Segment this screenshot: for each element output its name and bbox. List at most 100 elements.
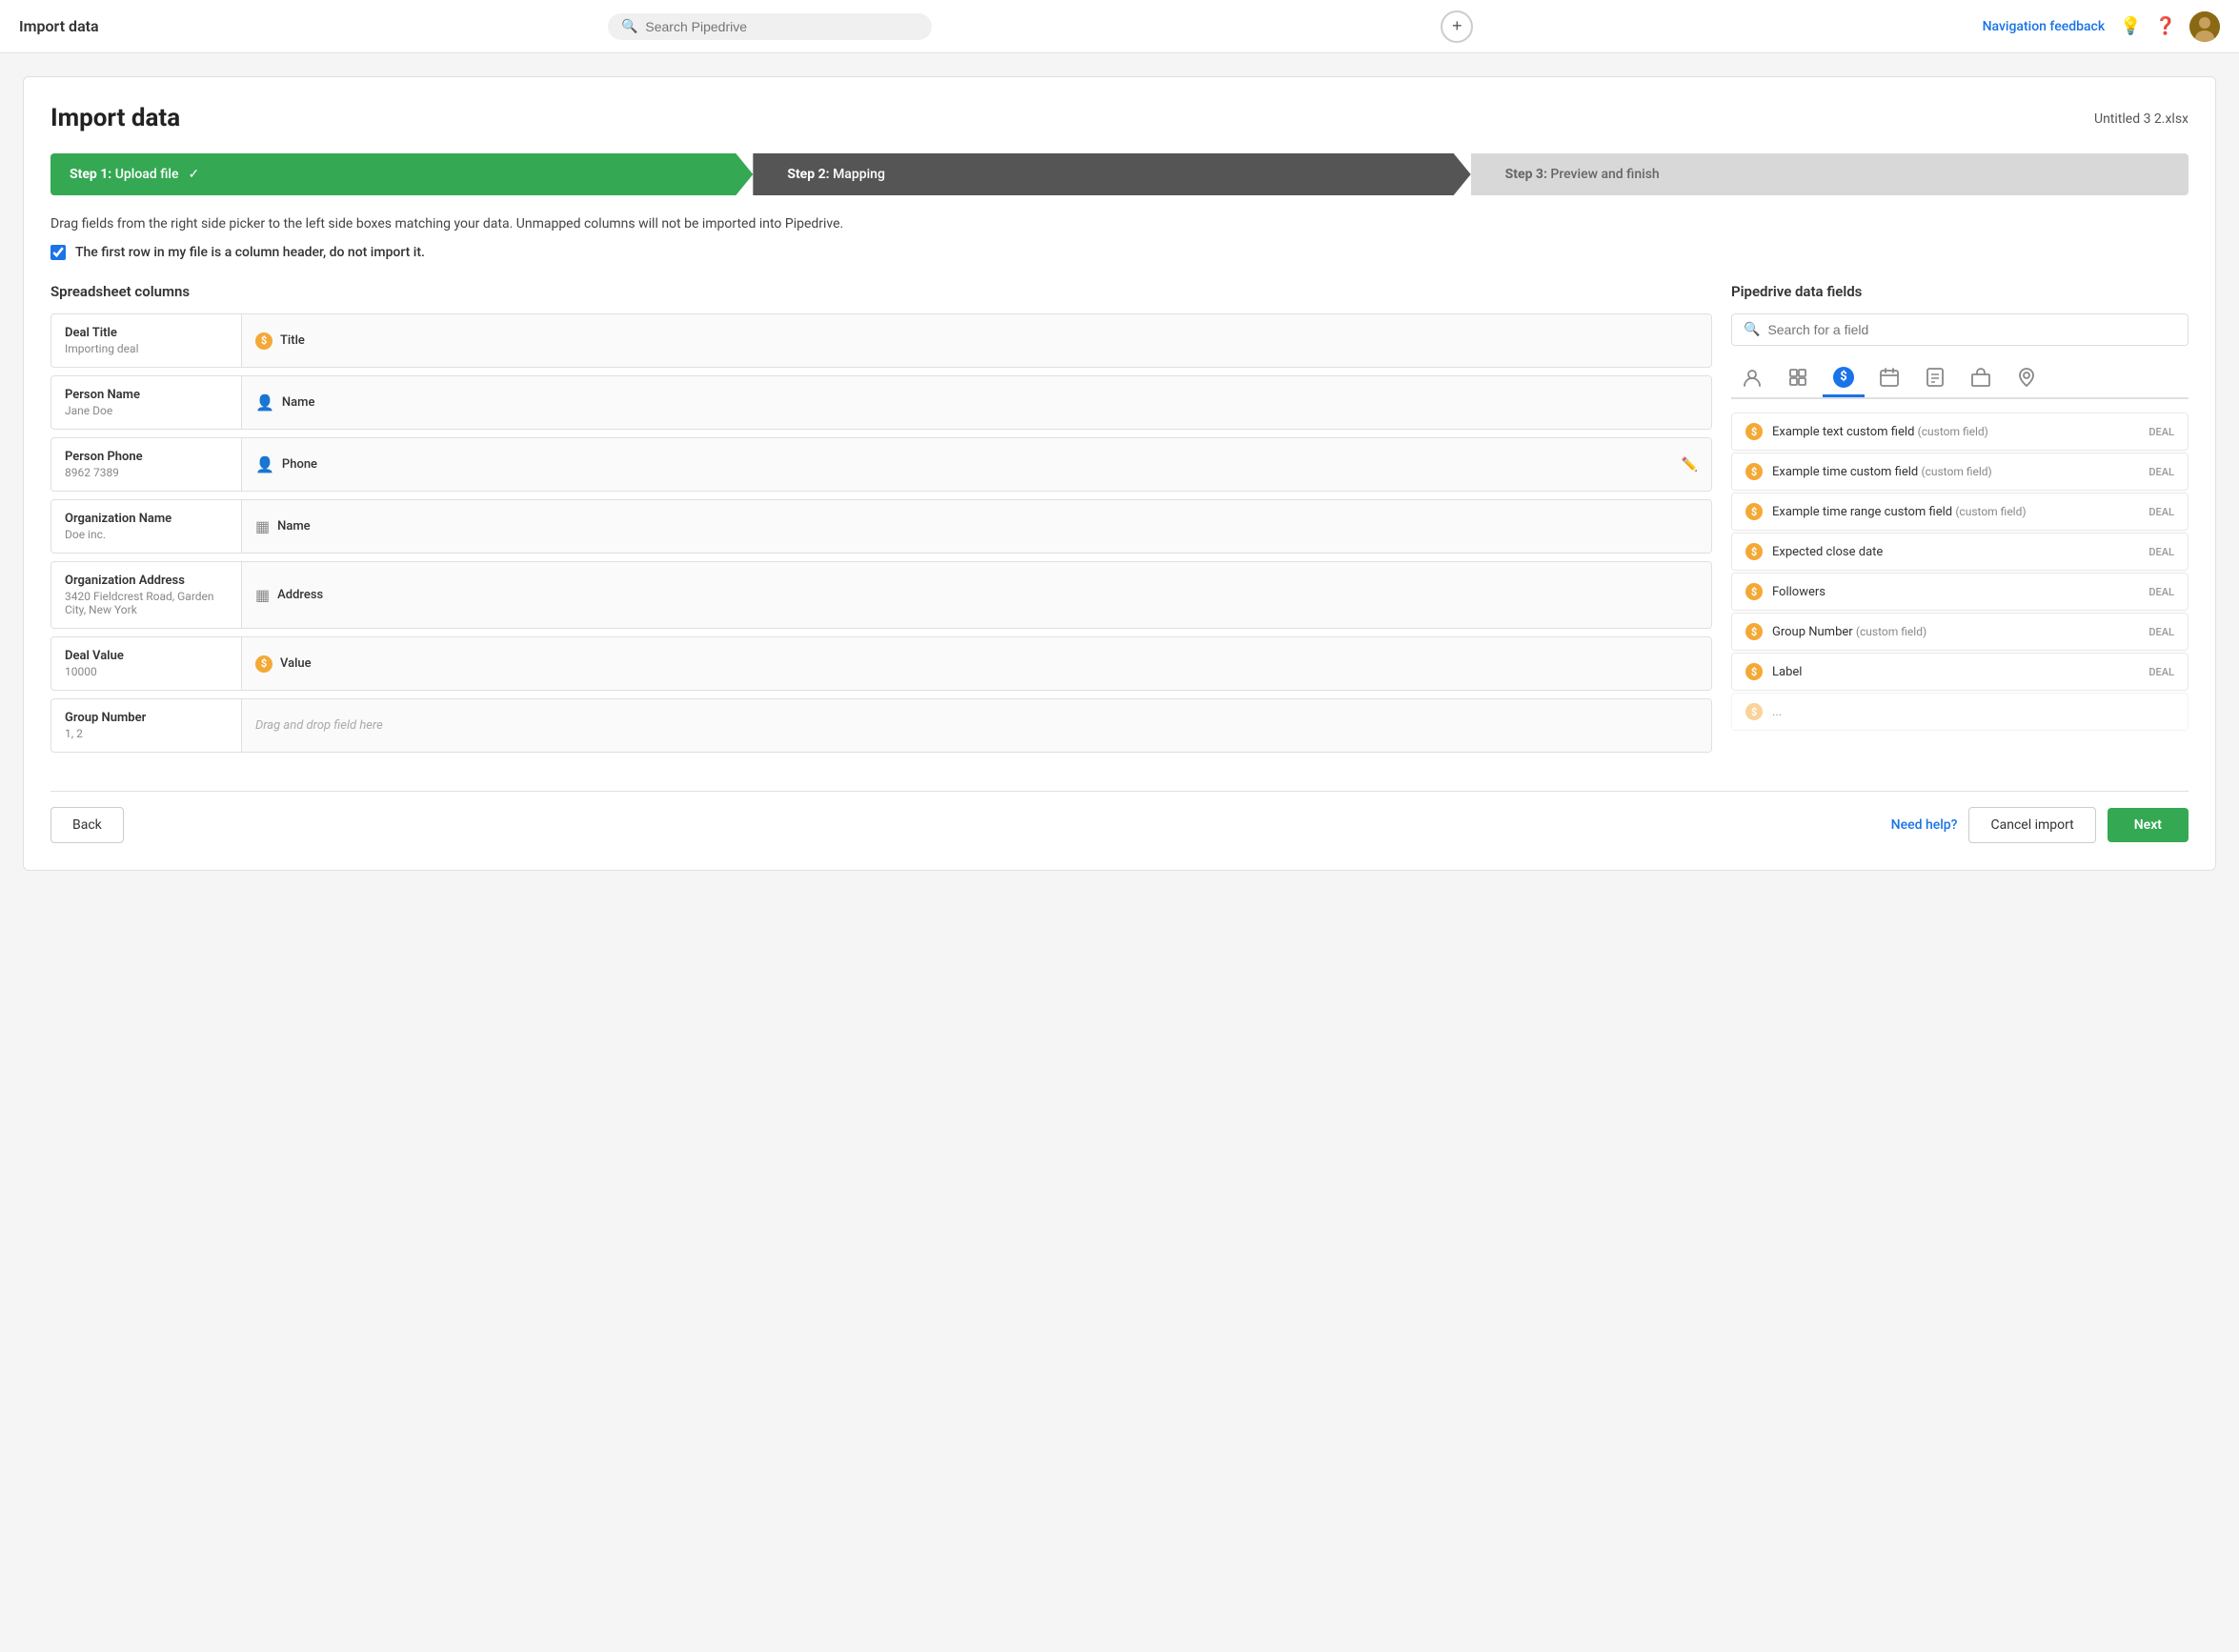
field-item-name: Label — [1772, 665, 2139, 679]
list-item[interactable]: $ Label DEAL — [1731, 653, 2189, 691]
deal-icon: $ — [1745, 423, 1763, 440]
step-1: Step 1: Upload file ✓ — [50, 153, 753, 195]
steps-container: Step 1: Upload file ✓ Step 2: Mapping St… — [50, 153, 2189, 195]
col-value: 3420 Fieldcrest Road, Garden City, New Y… — [65, 590, 228, 616]
list-item[interactable]: $ ... — [1731, 693, 2189, 731]
col-label: Organization Name — [65, 512, 228, 526]
field-item-name: Example time range custom field (custom … — [1772, 505, 2139, 519]
col-left: Deal Value 10000 — [51, 637, 242, 690]
field-item-name: Example time custom field (custom field) — [1772, 465, 2139, 479]
field-list: $ Example text custom field (custom fiel… — [1731, 413, 2189, 731]
list-item[interactable]: $ Example time custom field (custom fiel… — [1731, 453, 2189, 491]
step-1-label: Step 1: — [70, 167, 115, 182]
col-value: 8962 7389 — [65, 466, 228, 479]
field-tag: DEAL — [2148, 426, 2174, 438]
col-value: Importing deal — [65, 342, 228, 355]
field-name: Name — [282, 395, 315, 410]
col-label: Deal Value — [65, 649, 228, 663]
field-name: Phone — [282, 457, 317, 472]
field-tag: DEAL — [2148, 666, 2174, 678]
col-value: 10000 — [65, 665, 228, 678]
field-item-name: Group Number (custom field) — [1772, 625, 2139, 639]
tab-location[interactable] — [2006, 359, 2047, 397]
col-right: 👤 Phone ✏️ — [242, 438, 1711, 491]
col-label: Person Phone — [65, 450, 228, 464]
avatar[interactable] — [2189, 11, 2220, 42]
topnav: Import data 🔍 + Navigation feedback 💡 ❓ — [0, 0, 2239, 53]
next-button[interactable]: Next — [2108, 808, 2189, 842]
col-left: Organization Address 3420 Fieldcrest Roa… — [51, 562, 242, 628]
step-1-name: Upload file — [115, 167, 179, 182]
add-button[interactable]: + — [1441, 10, 1473, 43]
tab-org[interactable] — [1777, 359, 1819, 397]
col-value: Doe inc. — [65, 528, 228, 541]
lightbulb-icon[interactable]: 💡 — [2120, 16, 2141, 36]
list-item[interactable]: $ Group Number (custom field) DEAL — [1731, 613, 2189, 651]
org-icon: ▦ — [255, 586, 270, 604]
table-row: Person Phone 8962 7389 👤 Phone ✏️ — [50, 437, 1712, 492]
step-2: Step 2: Mapping — [753, 153, 1470, 195]
tab-deal[interactable]: $ — [1823, 359, 1865, 397]
deal-icon: $ — [1745, 663, 1763, 680]
search-icon: 🔍 — [1744, 322, 1760, 337]
tab-calendar[interactable] — [1868, 359, 1910, 397]
search-input[interactable] — [645, 19, 918, 34]
tab-icons-row: $ — [1731, 359, 2189, 399]
back-button[interactable]: Back — [50, 807, 124, 843]
instruction-text: Drag fields from the right side picker t… — [50, 216, 2189, 232]
field-name: Title — [280, 333, 305, 348]
field-tag: DEAL — [2148, 546, 2174, 558]
field-tag: DEAL — [2148, 466, 2174, 478]
tab-product[interactable] — [1960, 359, 2002, 397]
field-item-name: Expected close date — [1772, 545, 2139, 559]
drop-zone[interactable]: Drag and drop field here — [242, 699, 1711, 752]
list-item[interactable]: $ Example time range custom field (custo… — [1731, 493, 2189, 531]
edit-icon[interactable]: ✏️ — [1682, 457, 1698, 473]
left-pane-title: Spreadsheet columns — [50, 283, 1712, 300]
col-label: Group Number — [65, 711, 228, 725]
tab-note[interactable] — [1914, 359, 1956, 397]
step-3: Step 3: Preview and finish — [1471, 153, 2189, 195]
table-row: Deal Title Importing deal $ Title — [50, 313, 1712, 368]
field-item-name: ... — [1772, 705, 2174, 719]
import-card: Import data Untitled 3 2.xlsx Step 1: Up… — [23, 76, 2216, 871]
step-3-name: Preview and finish — [1550, 167, 1659, 182]
nav-feedback-link[interactable]: Navigation feedback — [1983, 19, 2106, 34]
field-tag: DEAL — [2148, 506, 2174, 518]
search-bar: 🔍 — [608, 13, 932, 40]
header-checkbox[interactable] — [50, 245, 66, 260]
dollar-icon: $ — [255, 655, 272, 673]
checkbox-label: The first row in my file is a column hea… — [75, 245, 425, 260]
checkbox-row: The first row in my file is a column hea… — [50, 245, 2189, 260]
step-3-label: Step 3: — [1505, 167, 1551, 182]
field-item-name: Followers — [1772, 585, 2139, 599]
mapping-container: Spreadsheet columns Deal Title Importing… — [50, 283, 2189, 760]
col-value: 1, 2 — [65, 727, 228, 740]
deal-icon: $ — [1745, 543, 1763, 560]
table-row: Group Number 1, 2 Drag and drop field he… — [50, 698, 1712, 753]
field-name: Value — [280, 656, 312, 671]
person-icon: 👤 — [255, 393, 274, 412]
tab-person[interactable] — [1731, 359, 1773, 397]
col-label: Person Name — [65, 388, 228, 402]
list-item[interactable]: $ Example text custom field (custom fiel… — [1731, 413, 2189, 451]
col-left: Group Number 1, 2 — [51, 699, 242, 752]
col-value: Jane Doe — [65, 404, 228, 417]
field-search-input[interactable] — [1767, 322, 2176, 337]
nav-icons: 💡 ❓ — [2120, 11, 2220, 42]
step-1-check: ✓ — [188, 167, 199, 182]
need-help-link[interactable]: Need help? — [1891, 817, 1958, 833]
left-pane: Spreadsheet columns Deal Title Importing… — [50, 283, 1712, 760]
list-item[interactable]: $ Followers DEAL — [1731, 573, 2189, 611]
org-icon: ▦ — [255, 517, 270, 535]
step-2-name: Mapping — [833, 167, 885, 182]
deal-icon: $ — [1745, 503, 1763, 520]
drag-placeholder: Drag and drop field here — [255, 718, 383, 733]
list-item[interactable]: $ Expected close date DEAL — [1731, 533, 2189, 571]
help-icon[interactable]: ❓ — [2155, 16, 2176, 36]
person-icon: 👤 — [255, 455, 274, 473]
file-name: Untitled 3 2.xlsx — [2094, 111, 2189, 127]
table-row: Deal Value 10000 $ Value — [50, 636, 1712, 691]
col-left: Organization Name Doe inc. — [51, 500, 242, 553]
cancel-button[interactable]: Cancel import — [1968, 807, 2095, 843]
